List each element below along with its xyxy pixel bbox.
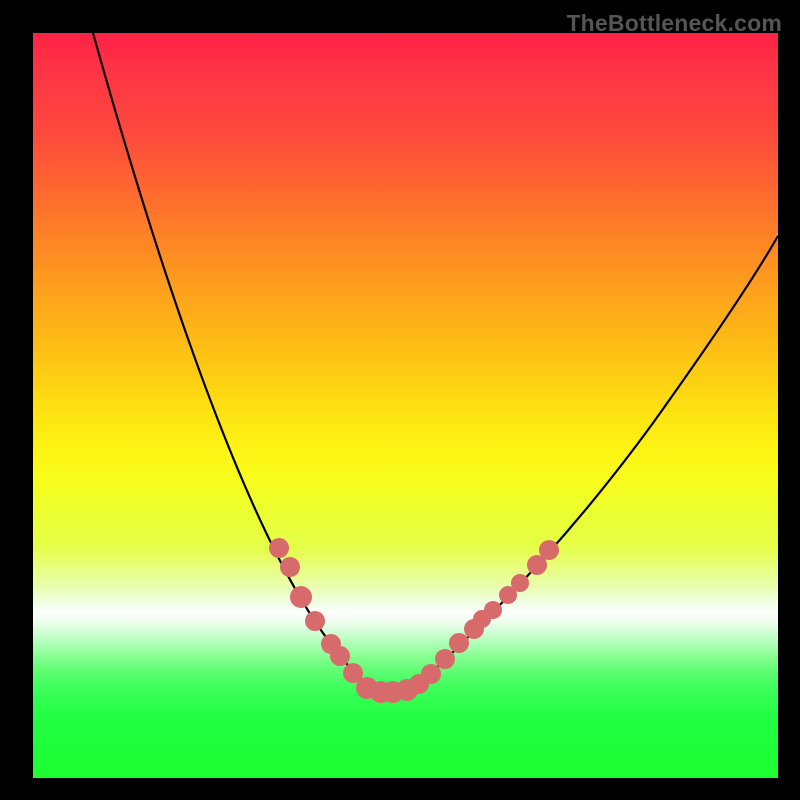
bead: [280, 557, 300, 577]
curve-path: [93, 33, 778, 692]
chart-svg: [33, 33, 778, 778]
bead: [449, 633, 469, 653]
bead: [484, 601, 502, 619]
bead: [269, 538, 289, 558]
beads-group: [269, 538, 559, 703]
bead: [539, 540, 559, 560]
bead: [421, 664, 441, 684]
bead: [330, 646, 350, 666]
watermark-text: TheBottleneck.com: [566, 10, 782, 37]
bead: [435, 649, 455, 669]
bead: [305, 611, 325, 631]
bead: [511, 574, 529, 592]
chart-frame: [33, 33, 778, 778]
bead: [290, 586, 312, 608]
